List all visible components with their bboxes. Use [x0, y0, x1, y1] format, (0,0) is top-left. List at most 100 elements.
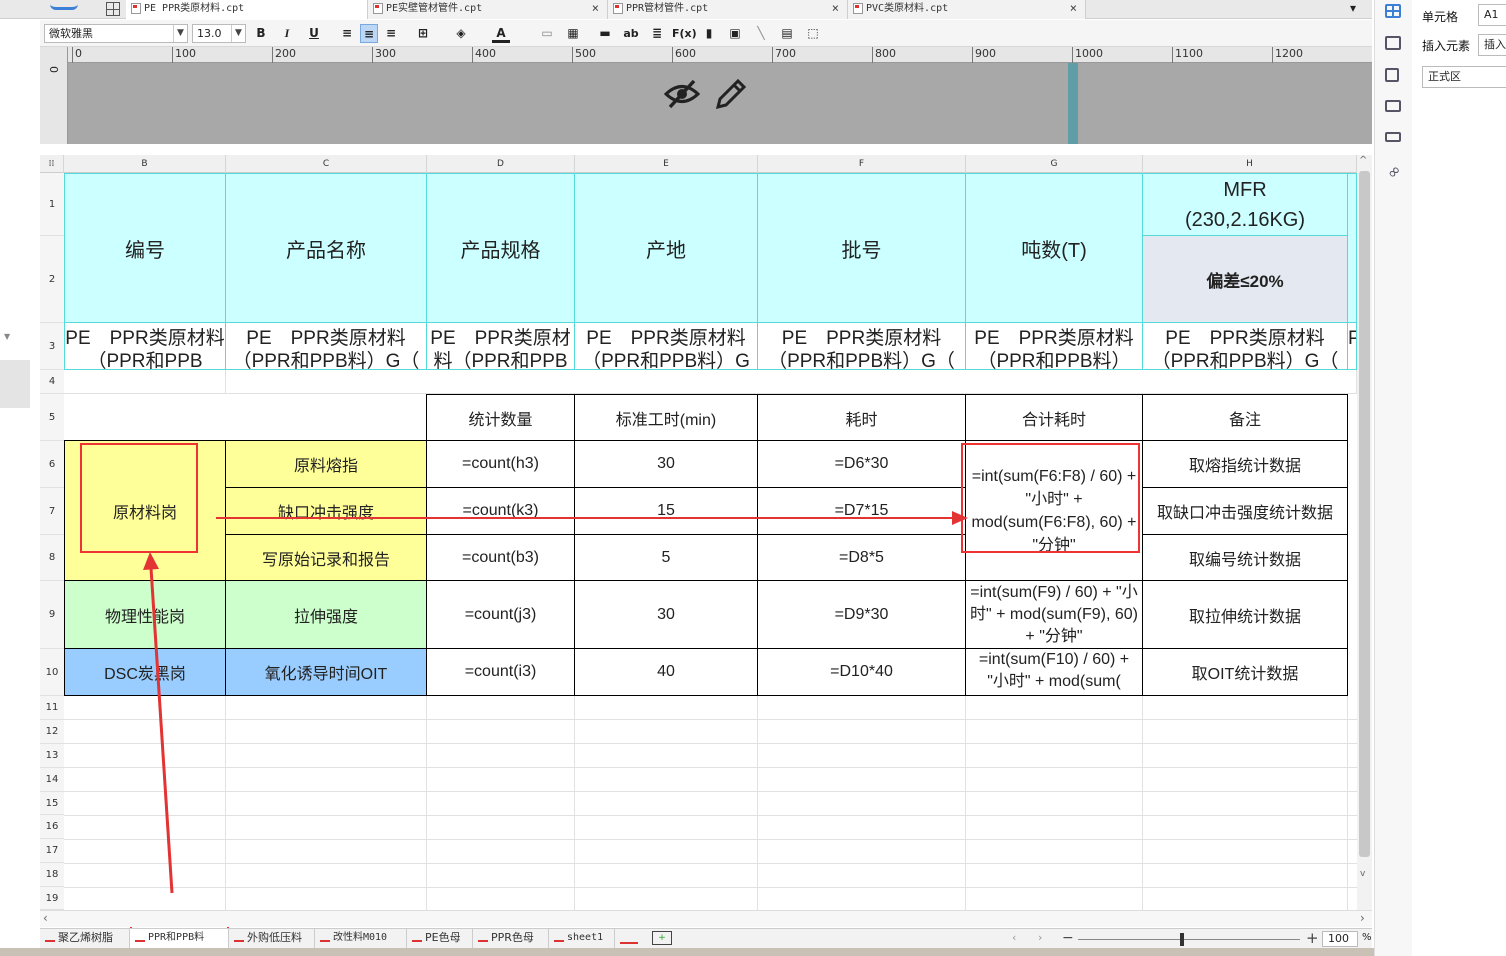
- data-cell-d3[interactable]: PE PPR类原材料（PPR和PPB: [427, 323, 575, 370]
- nav-right-icon[interactable]: ›: [1038, 931, 1042, 944]
- font-size-select[interactable]: 13.0 ▼: [192, 24, 246, 43]
- remark-cell-h9[interactable]: 取拉伸统计数据: [1143, 581, 1348, 649]
- row-header-15[interactable]: 15: [40, 792, 64, 815]
- insert-element-select[interactable]: 插入: [1478, 34, 1506, 56]
- zoom-slider-track[interactable]: [1078, 939, 1300, 940]
- row-header-8[interactable]: 8: [40, 535, 64, 581]
- row-header-1[interactable]: 1: [40, 173, 64, 236]
- vertical-scrollbar[interactable]: ^ v: [1357, 155, 1372, 910]
- table-head-std-time[interactable]: 标准工时(min): [575, 394, 758, 441]
- duration-cell-f8[interactable]: =D8*5: [758, 535, 966, 581]
- app-menu-icon[interactable]: [50, 0, 78, 10]
- remark-cell-h8[interactable]: 取编号统计数据: [1143, 535, 1348, 581]
- data-cell-g3[interactable]: PE PPR类原材料（PPR和PPB料）: [966, 323, 1143, 370]
- file-tab[interactable]: PPR管材管件.cpt ×: [608, 0, 848, 19]
- scroll-left-icon[interactable]: ‹: [43, 911, 48, 925]
- header-cell-next[interactable]: [1348, 173, 1357, 323]
- total-cell-g10[interactable]: =int(sum(F10) / 60) + "小时" + mod(sum(: [966, 649, 1143, 696]
- zoom-in-button[interactable]: +: [1306, 929, 1319, 947]
- table-head-duration[interactable]: 耗时: [758, 394, 966, 441]
- column-header-c[interactable]: C: [226, 155, 427, 173]
- count-cell-d6[interactable]: =count(h3): [427, 441, 575, 488]
- merge-icon[interactable]: ▭: [538, 24, 556, 43]
- bold-button[interactable]: B: [252, 24, 270, 43]
- close-icon[interactable]: ×: [832, 0, 839, 17]
- column-header-g[interactable]: G: [966, 155, 1143, 173]
- duration-cell-f10[interactable]: =D10*40: [758, 649, 966, 696]
- row-header-13[interactable]: 13: [40, 744, 64, 768]
- scroll-down-icon[interactable]: v: [1360, 869, 1365, 879]
- edit-icon[interactable]: [714, 77, 748, 111]
- data-cell-i3[interactable]: P: [1348, 323, 1357, 370]
- row-header-12[interactable]: 12: [40, 720, 64, 744]
- collapse-icon[interactable]: ▼: [4, 332, 10, 341]
- data-cell-c3[interactable]: PE PPR类原材料（PPR和PPB料）G（: [226, 323, 427, 370]
- file-tab[interactable]: PE PPR类原材料.cpt: [126, 0, 368, 19]
- row-header-2[interactable]: 2: [40, 236, 64, 323]
- link-icon[interactable]: ∞: [1382, 160, 1405, 183]
- header-cell-origin[interactable]: 产地: [575, 173, 758, 323]
- list-icon[interactable]: ≣: [648, 24, 666, 43]
- horizontal-scrollbar[interactable]: ‹ ›: [40, 910, 1372, 927]
- sheet-tab[interactable]: 改性料M010: [315, 929, 407, 949]
- row-header-17[interactable]: 17: [40, 839, 64, 863]
- subreport-icon[interactable]: ▤: [778, 24, 796, 43]
- border-icon[interactable]: ⊞: [414, 24, 432, 43]
- row-header-5[interactable]: 5: [40, 394, 64, 441]
- remark-cell-h7[interactable]: 取缺口冲击强度统计数据: [1143, 488, 1348, 535]
- image-icon[interactable]: ▣: [726, 24, 744, 43]
- column-header-b[interactable]: B: [64, 155, 226, 173]
- item-cell-c10[interactable]: 氧化诱导时间OIT: [226, 649, 427, 696]
- row-header-7[interactable]: 7: [40, 488, 64, 535]
- widget-properties-icon[interactable]: [1385, 36, 1401, 50]
- row-header-18[interactable]: 18: [40, 863, 64, 887]
- table-head-remark[interactable]: 备注: [1143, 394, 1348, 441]
- sheet-tab[interactable]: 外购低压料: [229, 929, 315, 949]
- header-cell-product-name[interactable]: 产品名称: [226, 173, 427, 323]
- frame-icon[interactable]: ⬚: [804, 24, 822, 43]
- hide-icon[interactable]: [664, 77, 700, 111]
- cell-address-input[interactable]: A1: [1478, 4, 1506, 26]
- header-cell-batch[interactable]: 批号: [758, 173, 966, 323]
- item-cell-c7[interactable]: 缺口冲击强度: [226, 488, 427, 535]
- underline-button[interactable]: U: [305, 24, 323, 43]
- scrollbar-thumb[interactable]: [1359, 171, 1370, 857]
- slash-icon[interactable]: ╲: [752, 24, 770, 43]
- empty-cell[interactable]: [226, 370, 1357, 394]
- stack-properties-icon[interactable]: [1385, 132, 1401, 142]
- select-all-corner[interactable]: ⁞⁞: [40, 155, 64, 173]
- duration-cell-f6[interactable]: =D6*30: [758, 441, 966, 488]
- fill-color-icon[interactable]: ◈: [452, 24, 470, 43]
- close-icon[interactable]: ×: [1070, 0, 1077, 17]
- align-center-icon[interactable]: ≡: [360, 24, 378, 43]
- data-cell-h3[interactable]: PE PPR类原材料（PPR和PPB料）G（: [1143, 323, 1348, 370]
- scroll-right-icon[interactable]: ›: [1360, 911, 1365, 925]
- font-name-select[interactable]: 微软雅黑 ▼: [44, 24, 188, 43]
- column-header-h[interactable]: H: [1143, 155, 1357, 173]
- sheet-tab-active[interactable]: PPR和PPB料: [130, 929, 229, 949]
- align-right-icon[interactable]: ≡: [382, 24, 400, 43]
- formula-icon[interactable]: F(x): [672, 24, 697, 43]
- grid-menu-icon[interactable]: [106, 2, 120, 16]
- data-cell-f3[interactable]: PE PPR类原材料（PPR和PPB料）G（: [758, 323, 966, 370]
- column-header-e[interactable]: E: [575, 155, 758, 173]
- row-header-9[interactable]: 9: [40, 581, 64, 649]
- region-select[interactable]: 正式区: [1422, 66, 1506, 88]
- count-cell-d10[interactable]: =count(i3): [427, 649, 575, 696]
- frame-properties-icon[interactable]: [1385, 68, 1399, 82]
- remark-cell-h6[interactable]: 取熔指统计数据: [1143, 441, 1348, 488]
- std-cell-e9[interactable]: 30: [575, 581, 758, 649]
- row-header-6[interactable]: 6: [40, 441, 64, 488]
- std-cell-e8[interactable]: 5: [575, 535, 758, 581]
- row-header-11[interactable]: 11: [40, 696, 64, 720]
- group-cell-raw-material[interactable]: 原材料岗: [64, 441, 226, 581]
- row-header-16[interactable]: 16: [40, 815, 64, 839]
- font-color-icon[interactable]: A: [492, 24, 510, 43]
- zoom-input[interactable]: 100: [1322, 931, 1358, 947]
- header-cell-number[interactable]: 编号: [64, 173, 226, 323]
- std-cell-e10[interactable]: 40: [575, 649, 758, 696]
- item-cell-c6[interactable]: 原料熔指: [226, 441, 427, 488]
- duration-cell-f7[interactable]: =D7*15: [758, 488, 966, 535]
- scroll-up-icon[interactable]: ^: [1359, 155, 1367, 166]
- text-icon[interactable]: ab: [622, 24, 640, 43]
